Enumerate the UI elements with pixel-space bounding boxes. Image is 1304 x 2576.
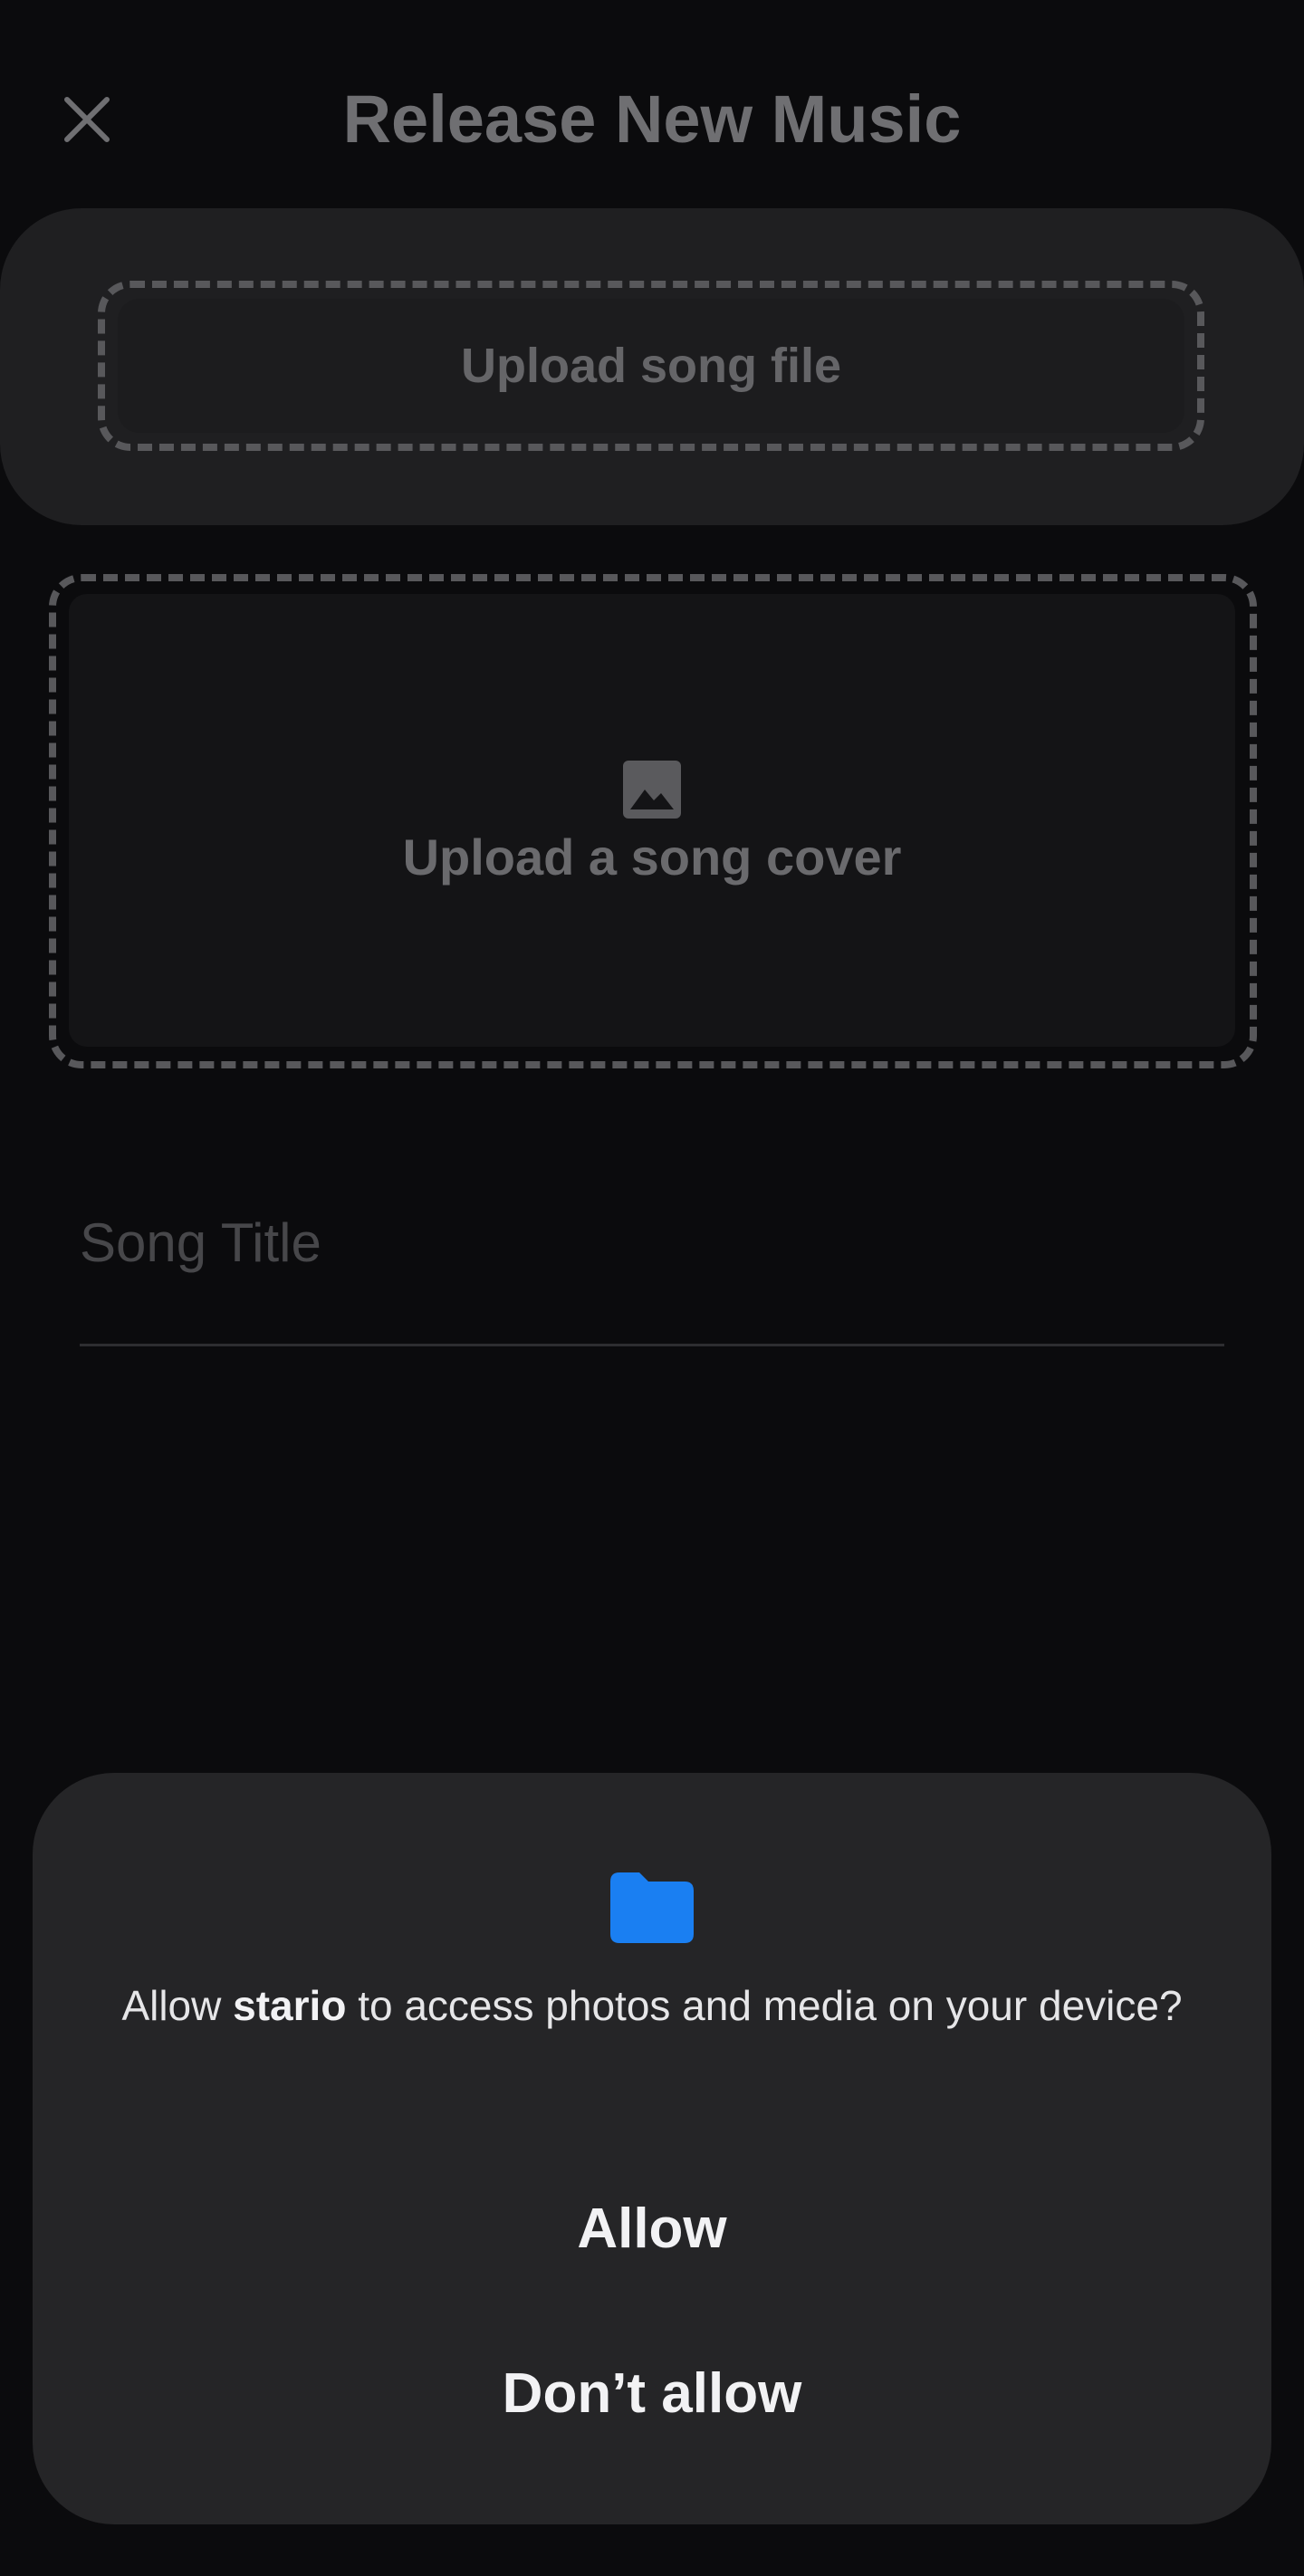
upload-song-file-button[interactable]: Upload song file (118, 299, 1184, 433)
upload-song-cover-button[interactable] (69, 594, 1235, 1047)
release-music-screen: Release New Music Upload song file Uploa… (0, 0, 1304, 2576)
song-title-underline (80, 1344, 1224, 1346)
permission-app-name: stario (233, 1982, 347, 2029)
image-icon (623, 761, 681, 819)
page-title: Release New Music (342, 81, 962, 157)
permission-message: Allow stario to access photos and media … (109, 1979, 1195, 2032)
dont-allow-button[interactable]: Don’t allow (33, 2325, 1271, 2461)
song-title-input[interactable] (80, 1201, 1224, 1284)
folder-icon (610, 1872, 694, 1943)
allow-button[interactable]: Allow (33, 2160, 1271, 2296)
permission-message-prefix: Allow (121, 1982, 234, 2029)
upload-song-cover-label: Upload a song cover (402, 828, 902, 886)
permission-message-suffix: to access photos and media on your devic… (346, 1982, 1183, 2029)
